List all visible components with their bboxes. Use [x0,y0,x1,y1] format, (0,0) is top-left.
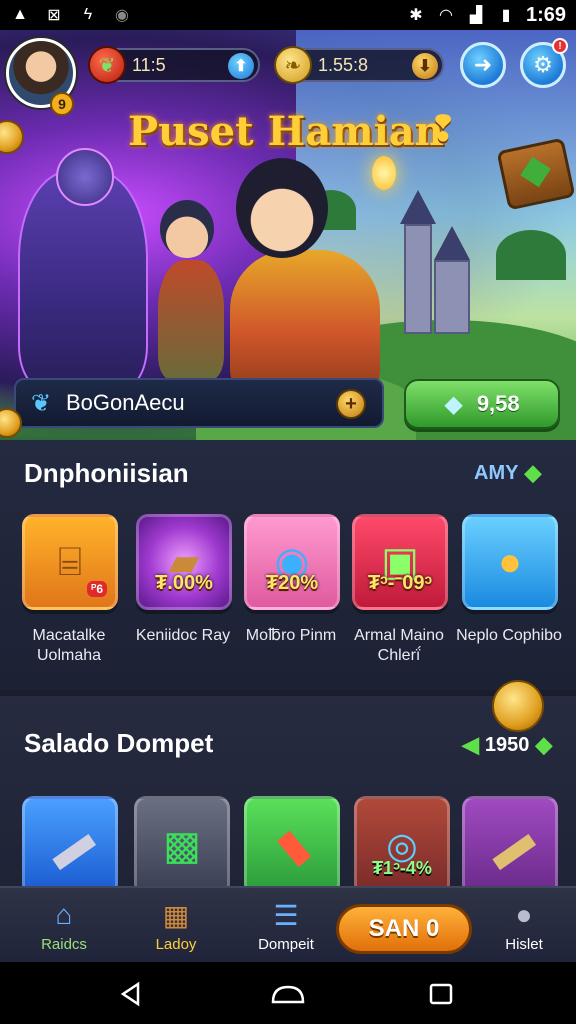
item-label: Keniidoc Ray [135,627,231,644]
main-hero-head [236,158,328,258]
bottom-nav: ⌂ Raidcs ▦ Ladoy ☰ Dompeit SAN 0 ● Hisle… [0,886,576,962]
coin-icon [492,680,544,732]
nav-label: Dompeit [258,936,314,953]
home-icon: ⌂ [55,899,73,930]
box-icon: ▦ [162,899,190,931]
system-nav-bar [0,962,576,1024]
item-discount: ₮ᵓ-ᐨ09ᵓ [367,572,433,594]
game-title: Puset Hamian [128,108,444,155]
wallet-icon: ☰ [273,899,299,931]
featured-item-card[interactable]: ● [462,514,558,610]
wallet-item-card[interactable]: ▩ [134,796,230,896]
screenshot-icon: ⊠ [47,7,61,24]
featured-item-card[interactable]: ▣ ₮ᵓ-ᐨ09ᵓ [352,514,448,610]
pepper-add-button[interactable]: ⬆ [228,53,254,79]
signal-icon: ▟ [469,7,483,24]
recents-icon[interactable] [426,980,456,1008]
circle-app-icon: ◉ [115,7,129,24]
add-button[interactable]: + [336,389,366,419]
gold-value: 1.55:8 [318,54,369,75]
battery-icon: ▮ [501,7,511,24]
flashlight-icon: ▬ [37,812,102,879]
san-button[interactable]: SAN 0 [336,904,472,954]
pepper-icon: ❦ [88,46,126,84]
pepper-currency-bar: ❦ 11:5 ⬆ [88,46,260,84]
green-gem-icon: ◆ [524,460,542,485]
wallet-count[interactable]: ◀ 1950 ◆ [462,732,552,758]
castle-decoration [386,190,476,350]
green-gem-icon: ◆ [535,732,553,757]
featured-item-card[interactable]: ◉ ₮20% [244,514,340,610]
home-button-icon[interactable] [270,980,306,1008]
item-label: Neplo Cophibo [456,627,562,644]
clock: 1:69 [525,3,566,26]
warning-icon: ▲ [12,6,28,23]
pepper-value: 11:5 [132,54,166,75]
wallet-item-card[interactable]: ◎ ₮1ᵓ-4% [354,796,450,896]
send-arrow-button[interactable]: ➜ [460,42,506,88]
featured-item-card[interactable]: ▰ ₮.00% [136,514,232,610]
gold-add-button[interactable]: ⬇ [412,53,438,79]
gold-currency-bar: ❧ 1.55:8 ⬇ [274,46,444,84]
nav-dompeit[interactable]: ☰ Dompeit [236,896,336,954]
back-icon[interactable] [116,980,146,1008]
see-all-label: AMY [474,461,519,484]
nav-hislet[interactable]: ● Hislet [474,896,574,953]
nav-raids[interactable]: ⌂ Raidcs [14,896,114,953]
gems-button[interactable]: ◆ 9,58 [404,379,560,429]
item-label: Macatalke Uolmaha [32,627,106,664]
robot-head [56,148,114,206]
level-badge: 9 [50,92,74,116]
flash-icon: ϟ [83,6,93,23]
item-label: Armal Maino Chlerḯ [354,627,444,664]
gold-leaf-icon: ❧ [274,46,312,84]
see-all-link[interactable]: AMY ◆ [474,460,541,486]
gear-icon: ⚙ [533,52,553,77]
rocket-icon: ▮ [266,819,318,873]
palm-tree-decoration [496,230,566,280]
lightbulb-icon [372,156,396,190]
diamond-icon: ◆ [444,390,463,418]
flashlight-icon: ▬ [477,812,542,879]
item-label: Mo℔ro Pinm [245,627,337,644]
nav-label: Raidcs [41,936,87,953]
wifi-icon: ◠ [438,7,453,24]
green-gem-icon: ◀ [462,732,479,757]
item-discount: ₮20% [265,572,319,594]
wallet-item-card[interactable]: ▬ [22,796,118,896]
player-name: BoGonAecu [66,390,185,415]
item-discount: ₮1ᵓ-4% [372,858,432,878]
item-discount: ₮.00% [155,572,213,594]
ticket-icon: ▩ [163,824,201,868]
item-badge: ᴾ6 [87,581,107,597]
featured-item-card[interactable]: ⌸ ᴾ6 [22,514,118,610]
section-title: Salado Dompet [24,728,214,758]
player-name-bar[interactable]: ❦ BoGonAecu + [14,378,384,428]
notification-badge: ! [552,38,568,54]
nav-label: Hislet [505,936,543,953]
boy-character [158,260,224,380]
sparkle-icon: ❢ [428,108,459,149]
gems-value: 9,58 [476,391,520,416]
fruit-icon: ● [497,539,523,584]
section-title: Dnphoniisian [24,458,189,488]
status-bar: ▲ ⊠ ϟ ◉ ✱ ◠ ▟ ▮ 1:69 [0,0,576,30]
nav-ladoy[interactable]: ▦ Ladoy [126,896,226,954]
nav-label: Ladoy [155,936,197,953]
wallet-count-value: 1950 [484,733,530,756]
wallet-item-card[interactable]: ▮ [244,796,340,896]
bluetooth-icon: ✱ [409,7,423,24]
wallet-item-card[interactable]: ▬ [462,796,558,896]
profile-icon: ● [515,899,533,930]
boy-head [160,200,214,258]
scroll-icon: ⌸ [58,539,82,584]
feather-icon: ❦ [30,389,52,417]
